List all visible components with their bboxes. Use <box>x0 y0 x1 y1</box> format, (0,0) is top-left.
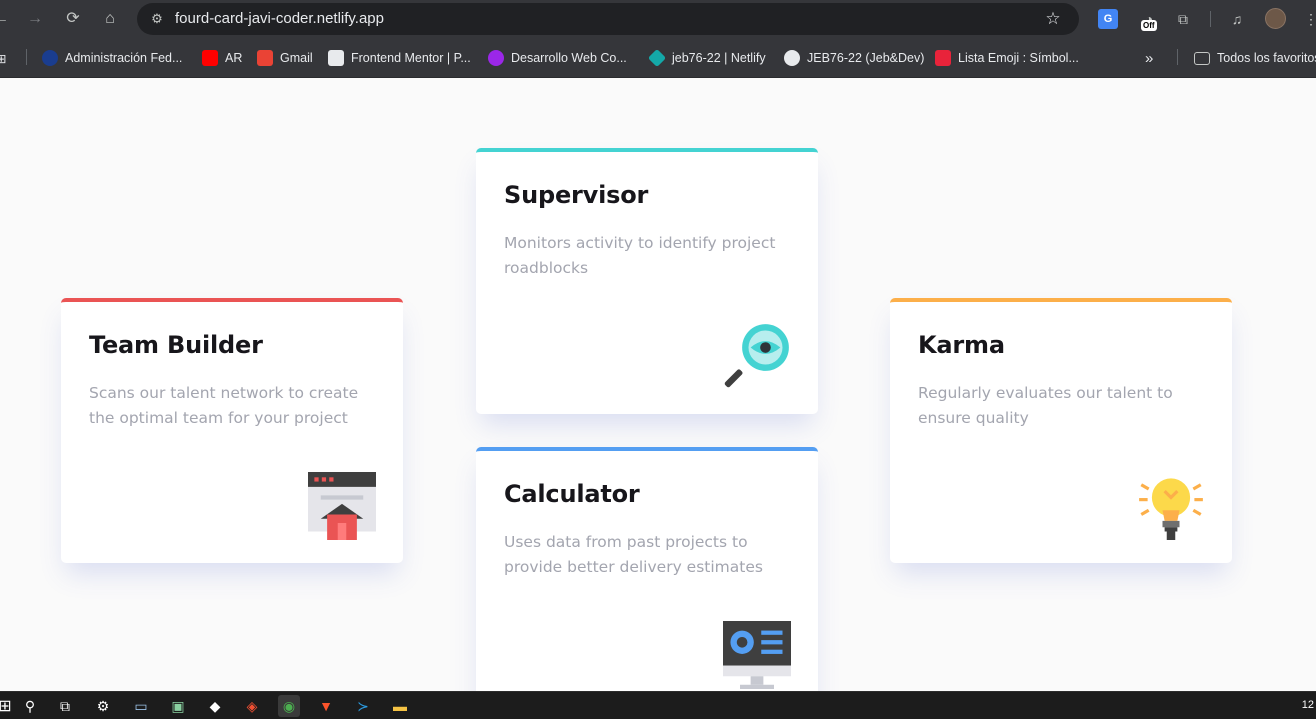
bookmark-item[interactable]: Gmail <box>257 48 313 68</box>
photos-app-icon[interactable]: ▣ <box>167 695 189 717</box>
system-clock[interactable]: 12 <box>1302 699 1314 711</box>
os-taskbar: ⊞ ⚲ ⧉ ⚙ ▭ ▣ ◆ ◈ ◉ ▼ ≻ ▬ 12 <box>0 691 1316 719</box>
bookmark-item[interactable]: JEB76-22 (Jeb&Dev) <box>784 48 924 68</box>
bookmark-favicon-icon <box>42 50 58 66</box>
calculator-card: Calculator Uses data from past projects … <box>476 447 818 707</box>
folder-icon <box>1194 51 1210 65</box>
bookmark-item[interactable]: AR <box>202 48 242 68</box>
youtube-icon <box>202 50 218 66</box>
frontend-mentor-icon <box>328 50 344 66</box>
translate-icon[interactable]: G <box>1098 9 1118 29</box>
card-title: Calculator <box>504 480 640 508</box>
terminal-app-icon[interactable]: ◆ <box>204 695 226 717</box>
bookmark-favicon-icon <box>488 50 504 66</box>
card-description: Regularly evaluates our talent to ensure… <box>918 384 1173 427</box>
reload-icon[interactable]: ⟳ <box>60 6 86 32</box>
bookmark-item[interactable]: Administración Fed... <box>42 48 182 68</box>
brave-app-icon[interactable]: ▼ <box>315 695 337 717</box>
forward-icon[interactable]: → <box>22 6 48 32</box>
bookmark-item[interactable]: jeb76-22 | Netlify <box>647 48 766 68</box>
site-info-icon[interactable]: ⚙ <box>145 7 169 31</box>
bookmark-divider <box>1177 49 1178 65</box>
bookmark-item[interactable]: Lista Emoji : Símbol... <box>935 48 1079 68</box>
bookmark-star-icon[interactable]: ☆ <box>1041 7 1065 31</box>
gmail-icon <box>257 50 273 66</box>
menu-icon[interactable]: ⋮ <box>1298 6 1316 32</box>
home-icon[interactable]: ⌂ <box>97 6 123 32</box>
bookmarks-overflow-button[interactable]: » <box>1145 48 1153 68</box>
card-description: Uses data from past projects to provide … <box>504 533 763 576</box>
chrome-app-icon[interactable]: ◉ <box>278 695 300 717</box>
task-view-icon[interactable]: ⧉ <box>54 695 76 717</box>
bookmark-item[interactable]: Desarrollo Web Co... <box>488 48 627 68</box>
extension-off-badge: Off <box>1141 20 1157 31</box>
back-icon[interactable]: ← <box>0 6 14 32</box>
url-text[interactable]: fourd-card-javi-coder.netlify.app <box>175 3 384 35</box>
toolbar-divider <box>1210 11 1211 27</box>
card-title: Team Builder <box>89 331 263 359</box>
address-bar[interactable]: ⚙ fourd-card-javi-coder.netlify.app ☆ <box>137 3 1079 35</box>
apps-grid-icon[interactable]: ⊞ <box>0 48 6 68</box>
card-description: Scans our talent network to create the o… <box>89 384 359 427</box>
desktop-app-icon[interactable]: ▭ <box>130 695 152 717</box>
bookmark-divider <box>26 49 27 65</box>
github-icon <box>784 50 800 66</box>
vscode-app-icon[interactable]: ≻ <box>352 695 374 717</box>
team-builder-icon <box>308 472 376 540</box>
magnifier-eye-icon <box>724 324 789 388</box>
all-bookmarks-folder[interactable]: Todos los favoritos <box>1194 48 1316 68</box>
search-icon[interactable]: ⚲ <box>19 695 41 717</box>
settings-gear-icon[interactable]: ⚙ <box>92 695 114 717</box>
bookmarks-bar: ⊞ Administración Fed... AR Gmail Fronten… <box>0 38 1316 78</box>
extensions-puzzle-icon[interactable]: ⧉ <box>1170 6 1196 32</box>
bookmark-favicon-icon <box>935 50 951 66</box>
card-title: Supervisor <box>504 181 649 209</box>
karma-card: Karma Regularly evaluates our talent to … <box>890 298 1232 563</box>
supervisor-card: Supervisor Monitors activity to identify… <box>476 148 818 414</box>
file-explorer-icon[interactable]: ▬ <box>389 695 411 717</box>
card-title: Karma <box>918 331 1005 359</box>
browser-toolbar: ← → ⟳ ⌂ ⚙ fourd-card-javi-coder.netlify.… <box>0 0 1316 38</box>
card-description: Monitors activity to identify project ro… <box>504 234 776 277</box>
lightbulb-icon <box>1139 478 1203 540</box>
profile-avatar[interactable] <box>1265 8 1286 29</box>
team-builder-card: Team Builder Scans our talent network to… <box>61 298 403 563</box>
start-icon[interactable]: ⊞ <box>0 695 16 717</box>
git-app-icon[interactable]: ◈ <box>241 695 263 717</box>
calculator-monitor-icon <box>723 621 791 689</box>
media-control-icon[interactable]: ♫ <box>1224 6 1250 32</box>
netlify-icon <box>647 48 667 68</box>
bookmark-item[interactable]: Frontend Mentor | P... <box>328 48 471 68</box>
